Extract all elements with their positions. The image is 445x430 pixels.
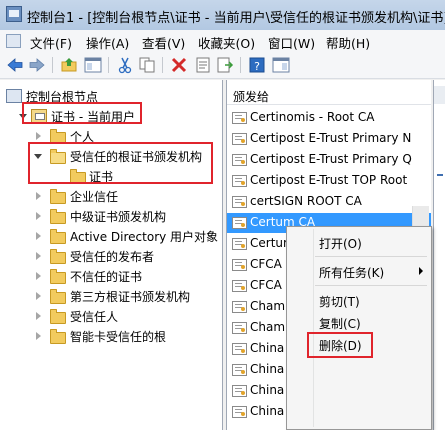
toolbar: ? xyxy=(0,52,445,79)
tree-node-smart-card-root[interactable]: 智能卡受信任的根 xyxy=(0,326,222,346)
expand-arrow-icon[interactable] xyxy=(36,292,41,300)
certificate-icon xyxy=(232,322,247,334)
tree-node-intermediate[interactable]: 中级证书颁发机构 xyxy=(0,206,222,226)
menu-file[interactable]: 文件(F) xyxy=(30,33,72,52)
menu-window[interactable]: 窗口(W) xyxy=(268,33,315,52)
folder-icon xyxy=(50,289,66,304)
expand-arrow-icon[interactable] xyxy=(36,332,41,340)
window-title: 控制台1 - [控制台根节点\证书 - 当前用户\受信任的根证书颁发机构\证书] xyxy=(27,11,445,26)
list-item[interactable]: certSIGN ROOT CA xyxy=(227,192,431,212)
actions-pane-header xyxy=(434,86,445,104)
highlight-delete xyxy=(307,332,373,358)
certificate-icon xyxy=(232,364,247,376)
tree-node-untrusted[interactable]: 不信任的证书 xyxy=(0,266,222,286)
certificate-icon xyxy=(232,385,247,397)
tree-node-third-party-root[interactable]: 第三方根证书颁发机构 xyxy=(0,286,222,306)
certificate-icon xyxy=(232,280,247,292)
list-item[interactable]: Certipost E-Trust TOP Root xyxy=(227,171,431,191)
context-menu-copy[interactable]: 复制(C) xyxy=(287,311,431,333)
menu-help[interactable]: 帮助(H) xyxy=(326,33,370,52)
folder-icon xyxy=(50,269,66,284)
tree-node-ad-user-object[interactable]: Active Directory 用户对象 xyxy=(0,226,222,246)
console-tree: 控制台根节点 证书 - 当前用户 个人 受信任的根证书颁发机构 证书 企业信任 … xyxy=(0,80,223,430)
expand-arrow-icon[interactable] xyxy=(36,272,41,280)
folder-icon xyxy=(50,229,66,244)
certificate-icon xyxy=(232,238,247,250)
properties-icon[interactable] xyxy=(194,56,212,74)
highlight-current-user xyxy=(22,102,142,124)
context-menu: 打开(O) 所有任务(K) 剪切(T) 复制(C) 删除(D) xyxy=(286,226,432,430)
menu-action[interactable]: 操作(A) xyxy=(86,33,129,52)
export-list-icon[interactable] xyxy=(216,56,234,74)
context-menu-open[interactable]: 打开(O) xyxy=(287,231,431,253)
submenu-arrow-icon xyxy=(419,267,423,275)
certificate-icon xyxy=(232,217,247,229)
actions-pane-item[interactable] xyxy=(437,174,443,176)
expand-arrow-icon[interactable] xyxy=(36,232,41,240)
window-menu-icon[interactable] xyxy=(6,34,21,48)
menu-view[interactable]: 查看(V) xyxy=(142,33,185,52)
certificate-icon xyxy=(232,154,247,166)
expand-arrow-icon[interactable] xyxy=(36,192,41,200)
console-app-icon xyxy=(6,6,22,22)
copy-icon[interactable] xyxy=(138,56,156,74)
up-folder-icon[interactable] xyxy=(60,56,78,74)
svg-text:?: ? xyxy=(254,60,260,73)
certificate-icon xyxy=(232,406,247,418)
list-item[interactable]: Certinomis - Root CA xyxy=(227,108,431,128)
certificate-icon xyxy=(232,112,247,124)
list-item[interactable]: Certipost E-Trust Primary Q xyxy=(227,150,431,170)
column-header-issued-to[interactable]: 颁发给 xyxy=(227,86,431,105)
show-hide-action-pane-icon[interactable] xyxy=(272,56,290,74)
forward-icon[interactable] xyxy=(28,56,46,74)
menu-bar: 文件(F) 操作(A) 查看(V) 收藏夹(O) 窗口(W) 帮助(H) xyxy=(0,30,445,52)
title-bar: 控制台1 - [控制台根节点\证书 - 当前用户\受信任的根证书颁发机构\证书] xyxy=(0,0,445,31)
folder-icon xyxy=(50,189,66,204)
expand-arrow-icon[interactable] xyxy=(36,132,41,140)
back-icon[interactable] xyxy=(6,56,24,74)
expand-arrow-icon[interactable] xyxy=(36,252,41,260)
folder-icon xyxy=(50,329,66,344)
expand-arrow-icon[interactable] xyxy=(36,312,41,320)
show-hide-tree-icon[interactable] xyxy=(84,56,102,74)
list-item[interactable]: Certipost E-Trust Primary N xyxy=(227,129,431,149)
certificate-icon xyxy=(232,175,247,187)
menu-favorites[interactable]: 收藏夹(O) xyxy=(198,33,255,52)
cut-icon[interactable] xyxy=(116,56,134,74)
tree-node-trusted-publishers[interactable]: 受信任的发布者 xyxy=(0,246,222,266)
tree-node-enterprise-trust[interactable]: 企业信任 xyxy=(0,186,222,206)
context-menu-all-tasks[interactable]: 所有任务(K) xyxy=(287,260,431,282)
folder-icon xyxy=(50,209,66,224)
certificate-icon xyxy=(232,343,247,355)
certificate-icon xyxy=(232,259,247,271)
help-icon[interactable]: ? xyxy=(248,56,266,74)
context-menu-cut[interactable]: 剪切(T) xyxy=(287,289,431,311)
delete-icon[interactable] xyxy=(170,56,188,74)
certificate-icon xyxy=(232,133,247,145)
actions-pane xyxy=(433,80,445,430)
certificate-icon xyxy=(232,301,247,313)
folder-icon xyxy=(50,309,66,324)
tree-node-trusted-people[interactable]: 受信任人 xyxy=(0,306,222,326)
certificate-icon xyxy=(232,196,247,208)
highlight-trusted-root xyxy=(28,142,213,184)
console-root-icon xyxy=(6,89,22,103)
expand-arrow-icon[interactable] xyxy=(36,212,41,220)
folder-icon xyxy=(50,249,66,264)
